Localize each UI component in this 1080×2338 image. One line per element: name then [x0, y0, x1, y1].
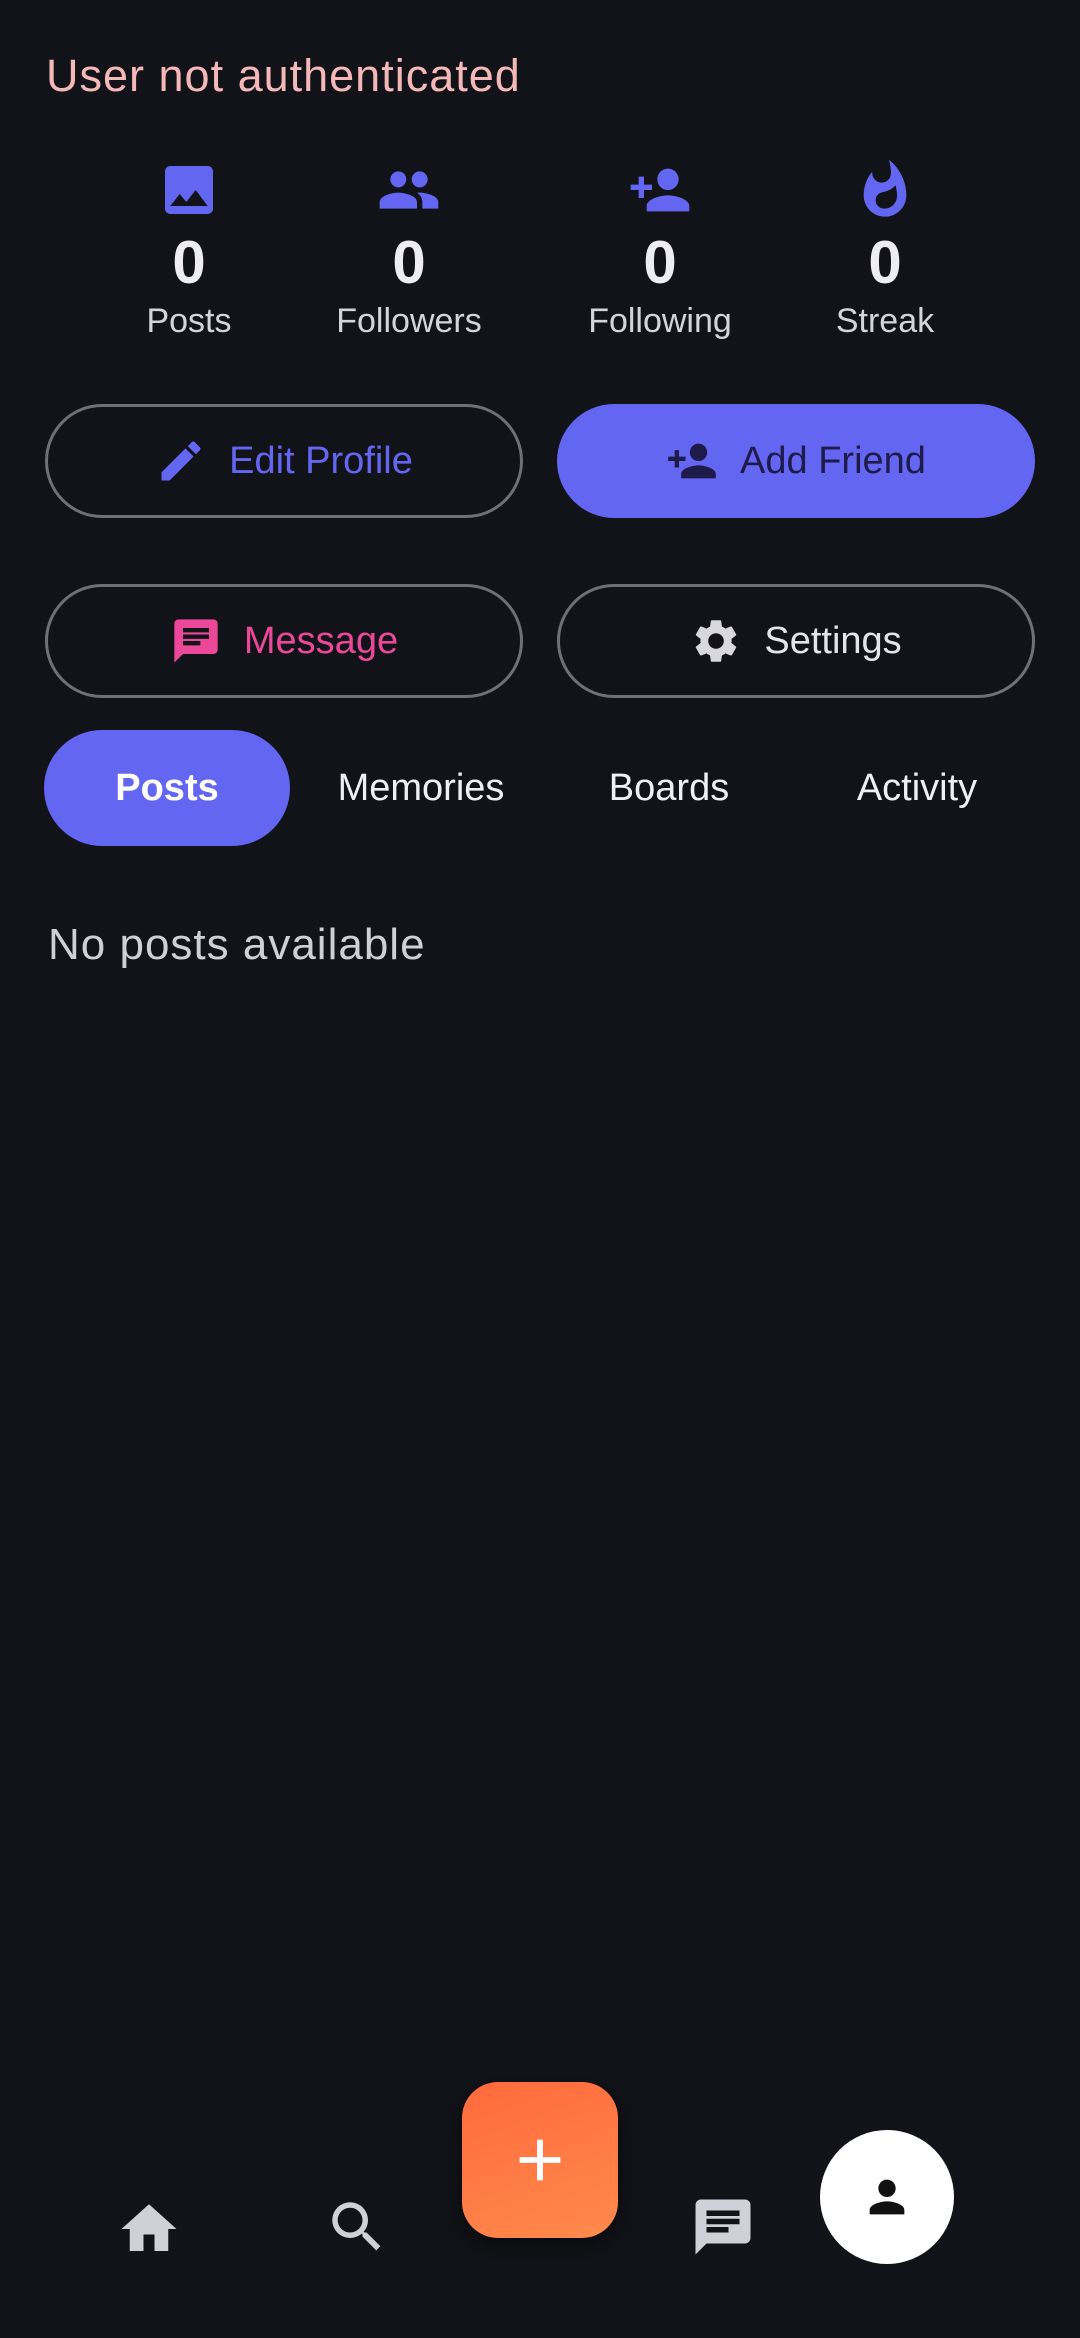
add-friend-button[interactable]: Add Friend — [557, 404, 1035, 518]
tab-activity[interactable]: Activity — [802, 730, 1032, 846]
message-button[interactable]: Message — [45, 584, 523, 698]
stat-streak[interactable]: 0 Streak — [775, 158, 995, 341]
pencil-icon — [161, 441, 201, 481]
search-icon[interactable] — [324, 2194, 390, 2260]
tab-posts[interactable]: Posts — [44, 730, 290, 846]
profile-tabs: Posts Memories Boards Activity — [44, 730, 1036, 846]
add-icon — [519, 2139, 561, 2181]
person-add-icon — [668, 443, 716, 479]
stat-value: 0 — [172, 229, 206, 296]
stat-label: Followers — [336, 302, 482, 340]
edit-profile-label: Edit Profile — [229, 439, 413, 482]
stat-following[interactable]: 0 Following — [550, 158, 770, 341]
auth-status-message: User not authenticated — [46, 50, 521, 101]
person-add-icon — [630, 168, 690, 212]
profile-icon — [869, 2179, 905, 2215]
people-icon — [379, 171, 439, 209]
stat-value: 0 — [392, 229, 426, 296]
image-icon — [165, 166, 213, 214]
empty-posts-message: No posts available — [48, 920, 426, 969]
add-friend-label: Add Friend — [740, 439, 926, 482]
gear-icon — [696, 620, 737, 662]
stat-label: Streak — [835, 302, 935, 340]
tab-memories[interactable]: Memories — [306, 730, 536, 846]
stat-label: Following — [588, 302, 732, 340]
edit-profile-button[interactable]: Edit Profile — [45, 404, 523, 518]
chat-icon[interactable] — [690, 2194, 756, 2260]
stat-label: Posts — [146, 302, 232, 340]
settings-label: Settings — [764, 619, 902, 662]
create-post-button[interactable] — [462, 2082, 618, 2238]
fire-icon — [863, 159, 907, 217]
stat-value: 0 — [868, 229, 902, 296]
message-icon — [174, 619, 218, 663]
home-icon[interactable] — [116, 2196, 182, 2262]
settings-button[interactable]: Settings — [557, 584, 1035, 698]
tab-boards[interactable]: Boards — [554, 730, 784, 846]
message-label: Message — [243, 619, 399, 662]
stat-posts[interactable]: 0 Posts — [79, 158, 299, 341]
stats-row: 0 Posts 0 Followers 0 Following 0 Streak — [0, 158, 1080, 358]
profile-nav-button[interactable] — [820, 2130, 954, 2264]
stat-followers[interactable]: 0 Followers — [299, 158, 519, 341]
stat-value: 0 — [643, 229, 677, 296]
